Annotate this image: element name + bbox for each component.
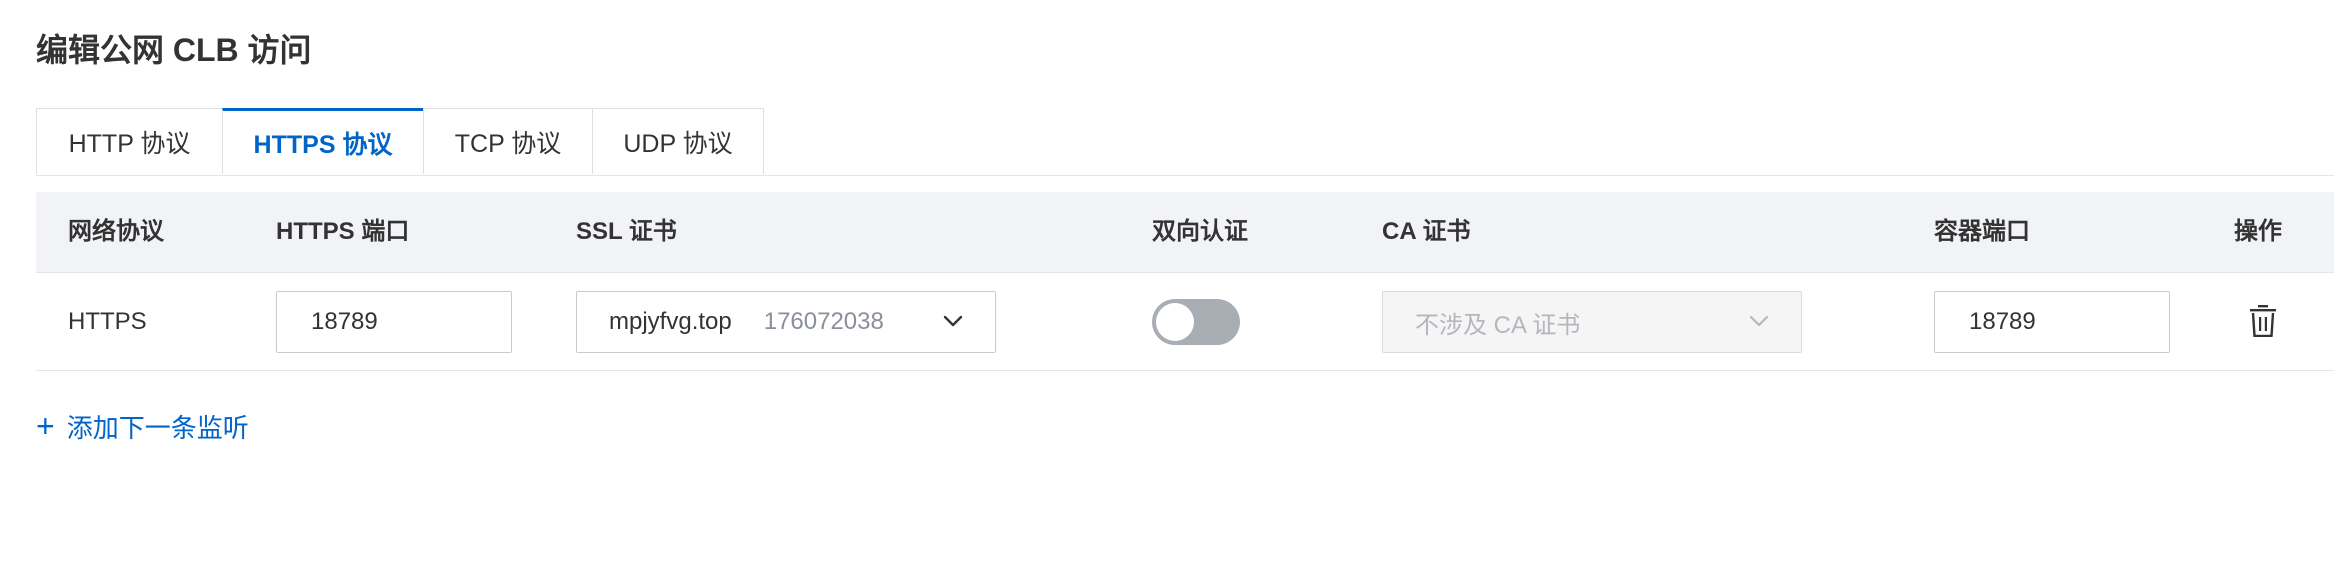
header-ca-cert: CA 证书 [1382, 218, 1471, 245]
tab-tcp[interactable]: TCP 协议 [423, 108, 592, 174]
tab-udp[interactable]: UDP 协议 [592, 108, 764, 174]
page-title: 编辑公网 CLB 访问 [36, 32, 312, 68]
ssl-cert-id: 176072038 [763, 308, 884, 335]
protocol-tabs: HTTP 协议 HTTPS 协议 TCP 协议 UDP 协议 [36, 108, 764, 176]
toggle-knob [1156, 303, 1194, 341]
header-https-port: HTTPS 端口 [276, 218, 410, 245]
ssl-cert-select[interactable]: mpjyfvg.top 176072038 [576, 291, 996, 353]
chevron-down-icon [943, 315, 963, 327]
mutual-auth-toggle[interactable] [1152, 299, 1240, 345]
header-container-port: 容器端口 [1934, 218, 2030, 245]
add-listener-label: 添加下一条监听 [66, 412, 249, 443]
add-listener-button[interactable]: + 添加下一条监听 [36, 404, 249, 448]
tab-divider [36, 175, 2334, 176]
tab-http[interactable]: HTTP 协议 [36, 108, 222, 174]
container-port-input[interactable] [1934, 291, 2170, 353]
tab-https[interactable]: HTTPS 协议 [222, 108, 423, 174]
https-port-input[interactable] [276, 291, 512, 353]
protocol-value: HTTPS [68, 308, 147, 335]
trash-icon[interactable] [2250, 305, 2276, 337]
header-mutual-auth: 双向认证 [1152, 218, 1248, 245]
ca-cert-select: 不涉及 CA 证书 [1382, 291, 1802, 353]
header-actions: 操作 [2234, 218, 2282, 245]
header-protocol: 网络协议 [68, 218, 164, 245]
table-header: 网络协议 HTTPS 端口 SSL 证书 双向认证 CA 证书 容器端口 操作 [36, 192, 2334, 273]
table-row: HTTPS mpjyfvg.top 176072038 不涉及 CA 证书 [36, 273, 2334, 371]
plus-icon: + [36, 408, 55, 444]
header-ssl-cert: SSL 证书 [576, 218, 677, 245]
ssl-cert-domain: mpjyfvg.top [609, 308, 732, 335]
chevron-down-icon [1749, 315, 1769, 327]
ca-cert-placeholder: 不涉及 CA 证书 [1415, 311, 1581, 339]
